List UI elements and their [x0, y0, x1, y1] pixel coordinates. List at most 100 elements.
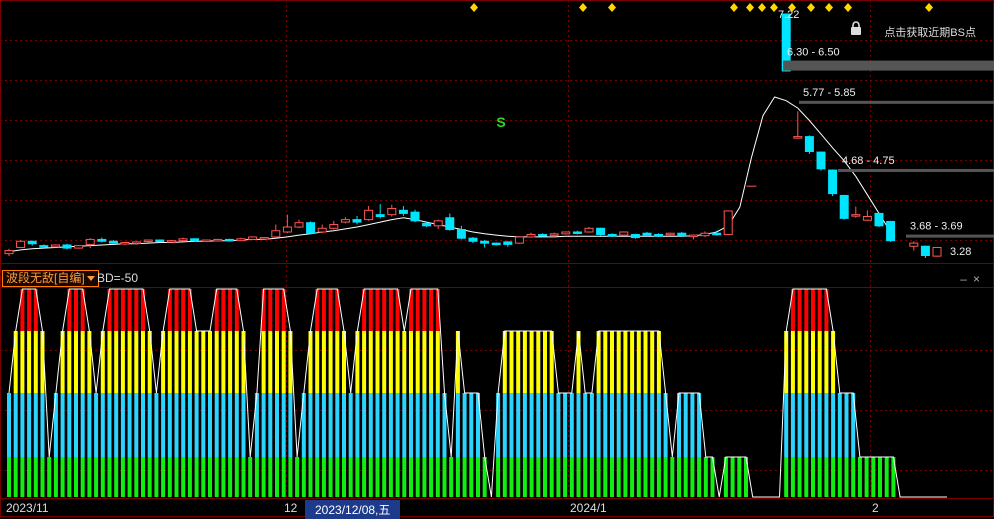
- bs-diamond-0[interactable]: [470, 3, 478, 12]
- stock-chart[interactable]: 7.22 6.30 - 6.50 5.77 - 5.85 4.68 - 4.75 3.6…: [0, 0, 994, 517]
- ind-bar-cyan-28: [194, 393, 199, 457]
- ind-bar-yellow-54: [368, 331, 373, 393]
- candle-32: [375, 214, 385, 218]
- lock-icon[interactable]: [850, 21, 862, 35]
- ind-bar-cyan-42: [288, 393, 293, 457]
- bs-diamond-8[interactable]: [807, 3, 815, 12]
- bs-diamond-1[interactable]: [579, 3, 587, 12]
- ind-bar-green-77: [522, 457, 527, 497]
- candle-25: [294, 222, 304, 228]
- bs-diamond-11[interactable]: [925, 3, 933, 12]
- ind-bar-red-32: [221, 289, 226, 331]
- bs-diamond-2[interactable]: [608, 3, 616, 12]
- ind-bar-cyan-85: [576, 393, 581, 457]
- bs-diamond-6[interactable]: [770, 3, 778, 12]
- bs-diamond-markers[interactable]: [470, 3, 933, 12]
- ind-bar-green-31: [214, 457, 219, 497]
- candle-47: [549, 233, 559, 236]
- ind-bar-cyan-102: [690, 393, 695, 457]
- ind-bar-cyan-49: [335, 393, 340, 457]
- ind-bar-green-97: [656, 457, 661, 497]
- candle-50: [584, 227, 594, 233]
- candle-10: [120, 242, 130, 245]
- chevron-down-icon: [86, 276, 95, 282]
- ind-bar-green-90: [610, 457, 614, 497]
- ind-bar-red-120: [811, 289, 815, 331]
- close-button[interactable]: ×: [973, 272, 986, 286]
- indicator-bars: [7, 288, 947, 498]
- ind-bar-yellow-15: [107, 331, 112, 393]
- ind-bar-yellow-76: [516, 331, 521, 393]
- ind-bar-green-16: [114, 457, 119, 497]
- ind-bar-yellow-33: [228, 331, 233, 393]
- ind-bar-green-93: [630, 457, 635, 497]
- ind-bar-green-120: [811, 457, 815, 497]
- bs-diamond-10[interactable]: [844, 3, 852, 12]
- candle-13: [155, 239, 165, 243]
- candle-7: [85, 238, 95, 245]
- sell-signal-label[interactable]: S: [496, 114, 505, 130]
- ind-bar-yellow-47: [321, 331, 326, 393]
- ind-bar-yellow-95: [643, 331, 648, 393]
- ind-bar-cyan-33: [228, 393, 233, 457]
- ind-bar-green-116: [784, 457, 789, 497]
- candle-19: [224, 238, 234, 242]
- ind-bar-green-123: [831, 457, 836, 497]
- ind-bar-green-53: [362, 457, 367, 497]
- ind-bar-yellow-49: [335, 331, 340, 393]
- ind-bar-green-57: [388, 457, 393, 497]
- ind-bar-yellow-62: [422, 331, 427, 393]
- date-crosshair-label: 2023/12/08,五: [305, 500, 401, 519]
- candle-26: [306, 222, 316, 234]
- ind-bar-green-94: [636, 457, 641, 497]
- ind-bar-green-9: [67, 457, 72, 497]
- candle-28: [329, 224, 339, 229]
- candle-30: [352, 219, 362, 223]
- ind-bar-red-54: [368, 289, 373, 331]
- ind-bar-green-66: [449, 457, 454, 497]
- level-bar-1: [783, 60, 994, 71]
- ind-bar-green-30: [208, 457, 212, 497]
- candle-44: [514, 236, 524, 244]
- ind-bar-green-65: [442, 457, 447, 497]
- bs-diamond-3[interactable]: [730, 3, 738, 12]
- ind-bar-green-64: [435, 457, 440, 497]
- ind-bar-green-23: [161, 457, 166, 497]
- ind-bar-cyan-11: [80, 393, 85, 457]
- ind-bar-cyan-73: [496, 393, 501, 457]
- ind-bar-yellow-27: [187, 331, 192, 393]
- candle-49: [572, 231, 582, 234]
- ind-bar-cyan-68: [462, 393, 467, 457]
- level-bar-2: [799, 100, 994, 104]
- candle-2: [27, 240, 37, 245]
- bs-diamond-4[interactable]: [746, 3, 754, 12]
- price-level-0: 7.22: [778, 9, 799, 21]
- ind-bar-green-126: [851, 457, 856, 497]
- ind-bar-yellow-119: [804, 331, 809, 393]
- ind-bar-green-48: [328, 457, 333, 497]
- ind-bar-green-4: [33, 457, 38, 497]
- bs-points-link[interactable]: 点击获取近期BS点: [884, 24, 976, 40]
- indicator-selector[interactable]: 波段无敌[自编]: [2, 270, 99, 287]
- ind-bar-cyan-86: [583, 393, 588, 457]
- bs-diamond-5[interactable]: [758, 3, 766, 12]
- ind-bar-green-20: [141, 457, 145, 497]
- ind-bar-yellow-90: [610, 331, 614, 393]
- ind-bar-green-104: [703, 457, 708, 497]
- bs-diamond-9[interactable]: [825, 3, 833, 12]
- ind-bar-green-61: [415, 457, 420, 497]
- candle-76: [886, 220, 896, 242]
- ind-bar-cyan-76: [516, 393, 521, 457]
- ind-bar-yellow-31: [214, 331, 219, 393]
- ind-bar-green-54: [368, 457, 373, 497]
- ind-bar-red-118: [797, 289, 802, 331]
- ind-bar-cyan-41: [281, 393, 286, 457]
- ind-bar-green-0: [7, 457, 11, 497]
- ind-bar-cyan-79: [536, 393, 541, 457]
- candle-11: [132, 241, 142, 244]
- ind-bar-cyan-74: [502, 393, 507, 457]
- minimize-button[interactable]: –: [960, 272, 973, 286]
- ind-bar-red-47: [321, 289, 326, 331]
- candle-61: [712, 232, 722, 236]
- ind-bar-cyan-77: [522, 393, 527, 457]
